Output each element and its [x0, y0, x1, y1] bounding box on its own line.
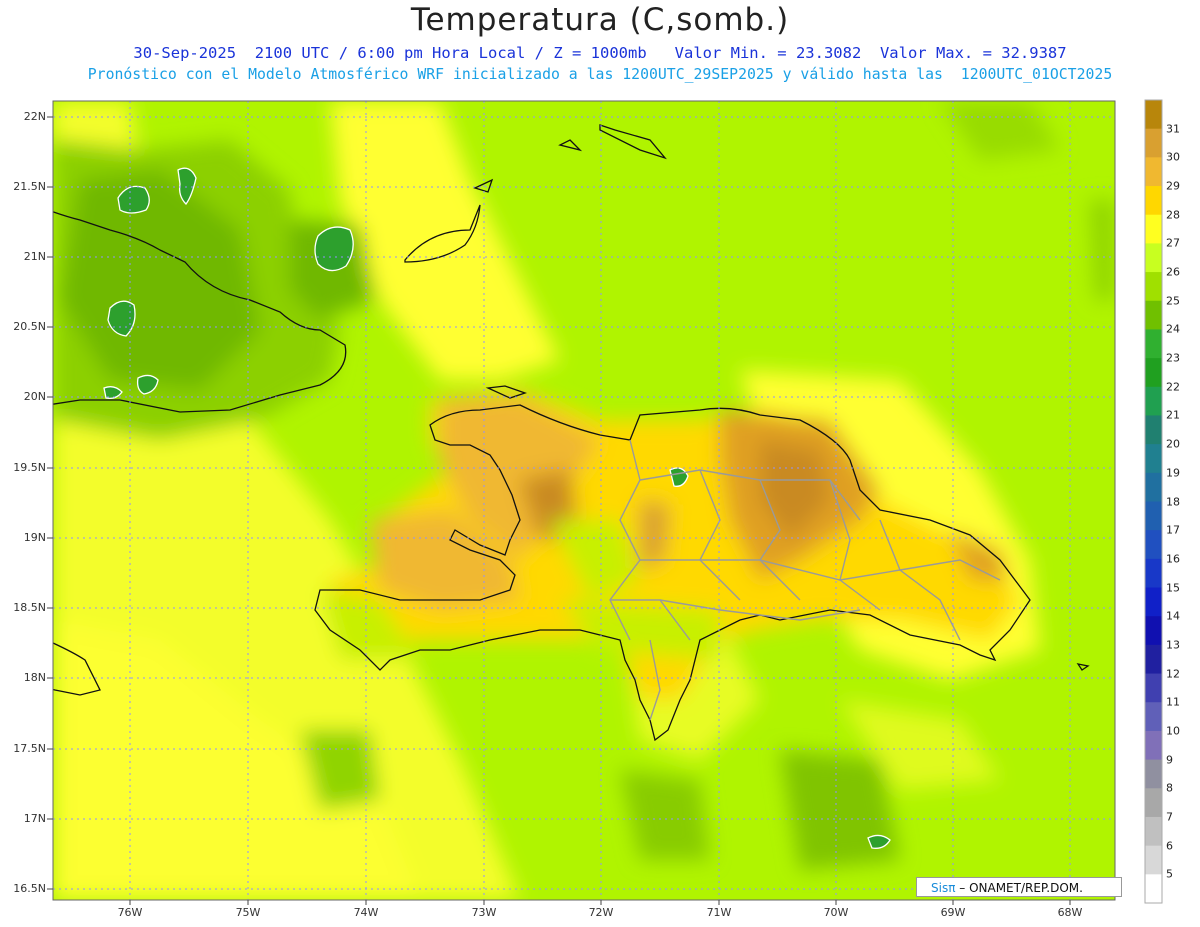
lat-label-19n: 19N	[23, 531, 46, 544]
colorbar-swatch	[1145, 788, 1162, 818]
colorbar-label: 14	[1166, 609, 1180, 623]
colorbar-swatch	[1145, 444, 1162, 474]
lon-label-71w: 71W	[706, 906, 732, 919]
colorbar-swatch	[1145, 386, 1162, 416]
colorbar-label: 9	[1166, 753, 1173, 767]
colorbar-label: 29	[1166, 179, 1180, 193]
lon-label-74w: 74W	[353, 906, 379, 919]
colorbar-label: 30	[1166, 150, 1180, 164]
lat-label-17n: 17N	[23, 812, 46, 825]
colorbar-label: 21	[1166, 408, 1180, 422]
colorbar-label: 25	[1166, 294, 1180, 308]
colorbar-label: 5	[1166, 867, 1173, 881]
lon-label-72w: 72W	[588, 906, 614, 919]
lat-label-22n: 22N	[23, 110, 46, 123]
colorbar-swatch	[1145, 214, 1162, 244]
lat-label-18n: 18N	[23, 671, 46, 684]
colorbar-label: 17	[1166, 523, 1180, 537]
colorbar-label: 31	[1166, 122, 1180, 136]
colorbar-label: 26	[1166, 265, 1180, 279]
lon-label-76w: 76W	[117, 906, 143, 919]
lat-label-19-5n: 19.5N	[13, 461, 46, 474]
colorbar-swatch	[1145, 243, 1162, 273]
colorbar-swatch	[1145, 186, 1162, 216]
temperature-map	[47, 99, 1163, 905]
lat-label-21-5n: 21.5N	[13, 180, 46, 193]
credit-brand: Sisπ	[931, 881, 956, 895]
colorbar-swatch	[1145, 358, 1162, 388]
colorbar-swatch	[1145, 472, 1162, 502]
colorbar-swatch	[1145, 730, 1162, 761]
colorbar-swatch	[1145, 759, 1162, 789]
lat-label-21n: 21N	[23, 250, 46, 263]
colorbar-swatch	[1145, 272, 1162, 302]
lon-label-69w: 69W	[940, 906, 966, 919]
colorbar-label: 23	[1166, 351, 1180, 365]
colorbar-swatch	[1145, 100, 1162, 130]
colorbar-swatch	[1145, 644, 1162, 675]
colorbar-label: 6	[1166, 839, 1173, 853]
colorbar-label: 7	[1166, 810, 1173, 824]
colorbar-label: 27	[1166, 236, 1180, 250]
credit-text: – ONAMET/REP.DOM.	[955, 881, 1083, 895]
lat-label-20n: 20N	[23, 390, 46, 403]
colorbar-label: 13	[1166, 638, 1180, 652]
colorbar-swatch	[1145, 845, 1162, 875]
colorbar	[1144, 99, 1163, 904]
colorbar-swatch	[1145, 874, 1162, 904]
colorbar-swatch	[1145, 415, 1162, 445]
lon-label-70w: 70W	[823, 906, 849, 919]
credit-box: Sisπ – ONAMET/REP.DOM.	[916, 877, 1122, 897]
colorbar-swatch	[1145, 702, 1162, 732]
colorbar-label: 10	[1166, 724, 1180, 738]
colorbar-swatch	[1145, 128, 1162, 158]
lat-label-17-5n: 17.5N	[13, 742, 46, 755]
colorbar-label: 22	[1166, 380, 1180, 394]
colorbar-swatch	[1145, 530, 1162, 560]
colorbar-swatch	[1145, 673, 1162, 703]
lon-label-68w: 68W	[1057, 906, 1083, 919]
colorbar-swatch	[1145, 587, 1162, 617]
lat-label-18-5n: 18.5N	[13, 601, 46, 614]
colorbar-swatch	[1145, 300, 1162, 330]
lat-label-20-5n: 20.5N	[13, 320, 46, 333]
colorbar-label: 15	[1166, 581, 1180, 595]
colorbar-swatch	[1145, 616, 1162, 646]
colorbar-label: 19	[1166, 466, 1180, 480]
colorbar-label: 18	[1166, 495, 1180, 508]
colorbar-swatch	[1145, 501, 1162, 531]
colorbar-swatch	[1145, 157, 1162, 187]
colorbar-label: 28	[1166, 208, 1180, 222]
lon-label-73w: 73W	[471, 906, 497, 919]
colorbar-label: 12	[1166, 667, 1180, 681]
lat-label-16-5n: 16.5N	[13, 882, 46, 895]
colorbar-label: 16	[1166, 552, 1180, 566]
colorbar-label: 11	[1166, 695, 1180, 709]
colorbar-swatch	[1145, 816, 1162, 847]
colorbar-swatch	[1145, 558, 1162, 589]
colorbar-label: 24	[1166, 322, 1180, 336]
lon-label-75w: 75W	[235, 906, 261, 919]
colorbar-swatch	[1145, 329, 1162, 359]
colorbar-label: 20	[1166, 437, 1180, 451]
colorbar-label: 8	[1166, 781, 1173, 795]
